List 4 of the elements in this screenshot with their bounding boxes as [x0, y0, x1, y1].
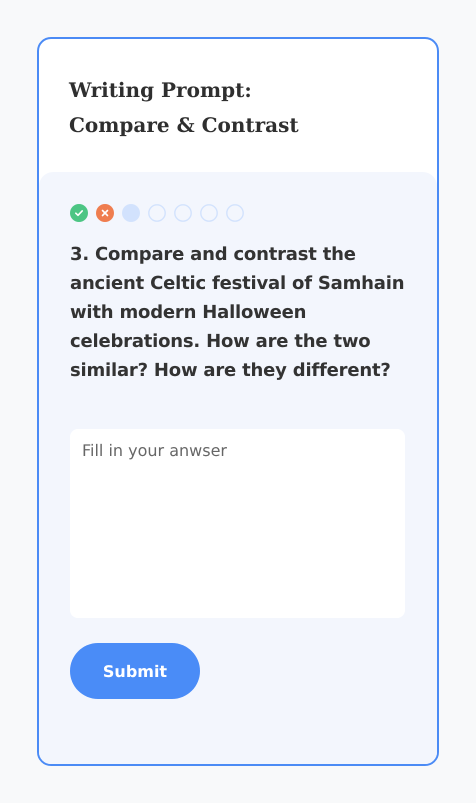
- prompt-title: Writing Prompt: Compare & Contrast: [69, 77, 300, 139]
- answer-field[interactable]: Fill in your anwser: [70, 429, 405, 618]
- question-text: 3. Compare and contrast the ancient Celtic festival of Samhain with modern Halloween celebrations. How are the two similar? How are they different?: [70, 243, 405, 383]
- submit-button[interactable]: Submit: [70, 643, 200, 699]
